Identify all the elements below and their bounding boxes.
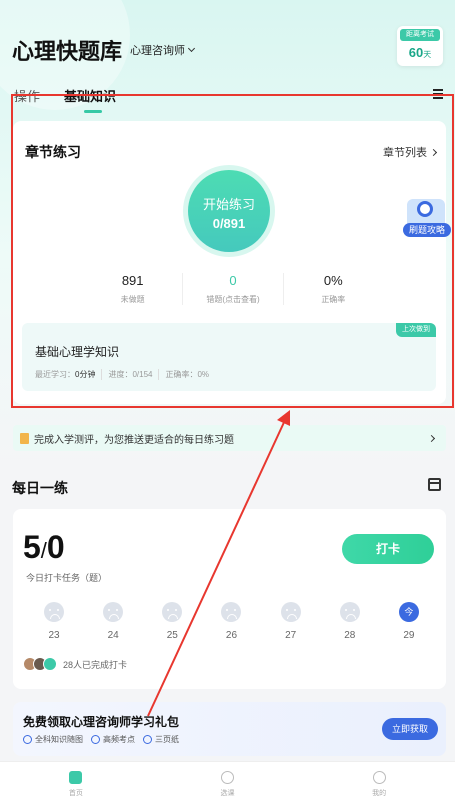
- annotation-arrow-line: [147, 417, 287, 717]
- annotation-arrow: [147, 410, 290, 717]
